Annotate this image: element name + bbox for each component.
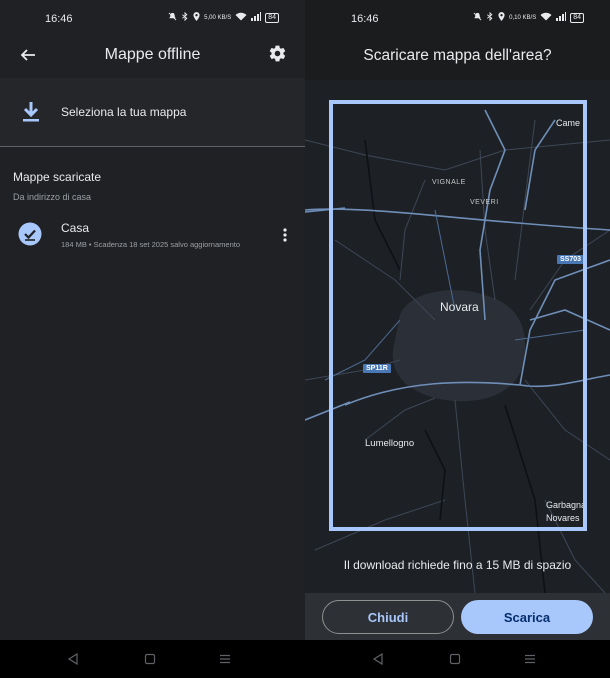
status-icons: 5,00 KB/S 84 — [168, 11, 279, 23]
downloaded-map-item[interactable]: Casa 184 MB • Scadenza 18 set 2025 salvo… — [0, 212, 305, 258]
square-home-icon[interactable] — [449, 652, 463, 666]
download-icon — [20, 100, 42, 124]
dialog-button-bar: Chiudi Scarica — [305, 593, 610, 640]
map-meta: 184 MB • Scadenza 18 set 2025 salvo aggi… — [61, 240, 240, 249]
net-speed: 5,00 KB/S — [204, 14, 232, 21]
status-time: 16:46 — [45, 13, 73, 25]
system-nav-bar-right — [305, 640, 610, 678]
status-icons: 0,10 KB/S 84 — [473, 11, 584, 23]
gear-icon — [268, 44, 287, 68]
select-map-label: Seleziona la tua mappa — [61, 105, 187, 119]
wifi-icon — [540, 12, 552, 23]
wifi-icon — [235, 12, 247, 23]
menu-recent-icon[interactable] — [524, 652, 538, 666]
bluetooth-icon — [181, 11, 189, 23]
select-map-row[interactable]: Seleziona la tua mappa — [0, 78, 305, 146]
section-subtitle: Da indirizzo di casa — [13, 192, 92, 202]
status-bar: 16:46 5,00 KB/S 84 — [0, 0, 305, 38]
menu-recent-icon[interactable] — [219, 652, 233, 666]
system-nav-bar — [0, 640, 305, 678]
signal-icon — [556, 12, 567, 23]
net-speed: 0,10 KB/S — [509, 14, 537, 21]
signal-icon — [251, 12, 262, 23]
bluetooth-icon — [486, 11, 494, 23]
mute-icon — [168, 12, 177, 23]
mute-icon — [473, 12, 482, 23]
check-circle-icon — [18, 222, 42, 246]
location-icon — [498, 12, 505, 23]
download-size-info: Il download richiede fino a 15 MB di spa… — [343, 558, 572, 572]
app-bar: Mappe offline — [0, 38, 305, 78]
page-title: Mappe offline — [104, 46, 201, 63]
map-name: Casa — [61, 221, 90, 235]
status-bar: 16:46 0,10 KB/S 84 — [305, 0, 610, 38]
divider — [0, 146, 305, 147]
battery-indicator: 84 — [265, 12, 279, 23]
download-button[interactable]: Scarica — [461, 600, 593, 634]
selection-frame[interactable] — [329, 100, 587, 531]
status-time: 16:46 — [351, 13, 379, 25]
settings-button[interactable] — [264, 43, 290, 69]
triangle-back-icon[interactable] — [67, 652, 81, 666]
triangle-back-icon[interactable] — [372, 652, 386, 666]
close-button[interactable]: Chiudi — [322, 600, 454, 634]
square-home-icon[interactable] — [144, 652, 158, 666]
battery-indicator: 84 — [570, 12, 584, 23]
location-icon — [193, 12, 200, 23]
more-vert-icon[interactable] — [275, 224, 295, 246]
dialog-title: Scaricare mappa dell'area? — [363, 47, 552, 64]
section-title: Mappe scaricate — [13, 170, 102, 184]
offline-maps-screen: 16:46 5,00 KB/S 84 Mappe offline Selezio… — [0, 0, 305, 678]
